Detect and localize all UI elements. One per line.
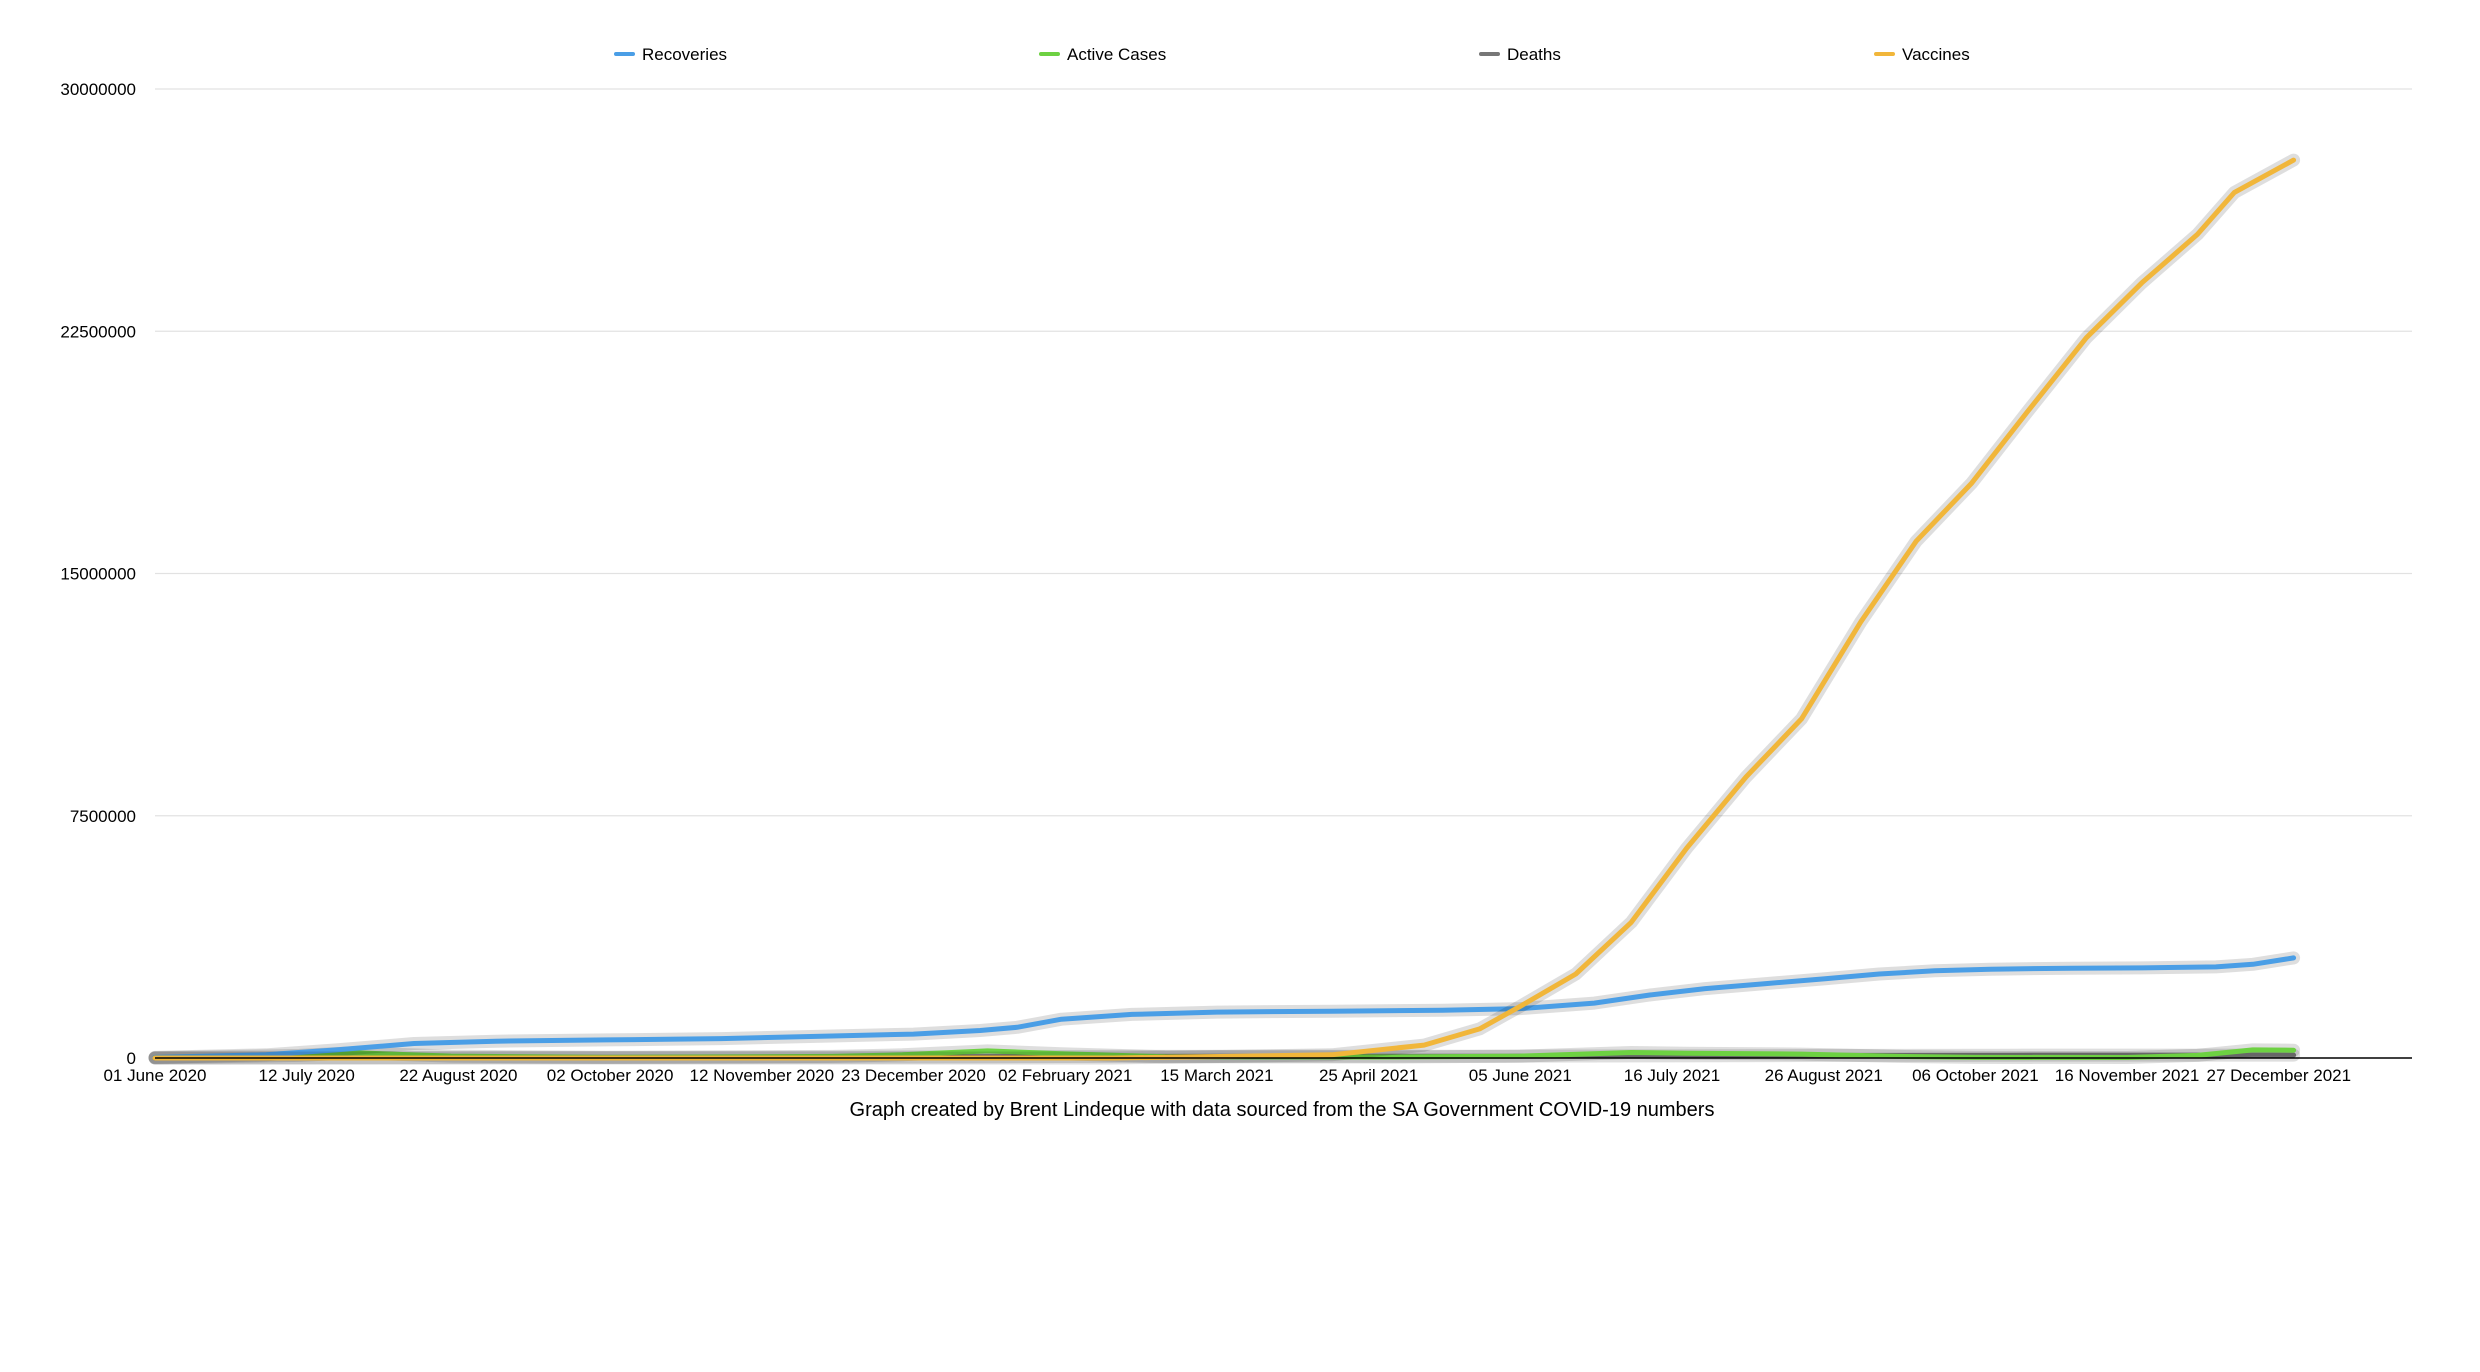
y-tick-label: 7500000 bbox=[70, 807, 136, 826]
x-tick-label: 25 April 2021 bbox=[1319, 1066, 1418, 1085]
x-tick-label: 26 August 2021 bbox=[1765, 1066, 1883, 1085]
x-tick-label: 12 July 2020 bbox=[258, 1066, 354, 1085]
legend: Recoveries Active Cases Deaths Vaccines bbox=[614, 45, 1970, 64]
x-axis-ticks: 01 June 2020 12 July 2020 22 August 2020 02… bbox=[103, 1066, 2351, 1085]
legend-label-recoveries: Recoveries bbox=[642, 45, 727, 64]
y-axis-ticks: 07500000150000002250000030000000 bbox=[60, 80, 136, 1068]
y-tick-label: 22500000 bbox=[60, 322, 136, 341]
x-tick-label: 02 October 2020 bbox=[547, 1066, 674, 1085]
line-chart: 07500000150000002250000030000000 01 June… bbox=[60, 45, 2412, 1121]
x-tick-label: 16 November 2021 bbox=[2055, 1066, 2200, 1085]
y-tick-label: 30000000 bbox=[60, 80, 136, 99]
series-line-shadow-vaccines bbox=[148, 153, 2301, 1065]
legend-label-active-cases: Active Cases bbox=[1067, 45, 1166, 64]
legend-label-vaccines: Vaccines bbox=[1902, 45, 1970, 64]
y-tick-label: 15000000 bbox=[60, 565, 136, 584]
x-tick-label: 01 June 2020 bbox=[103, 1066, 206, 1085]
x-tick-label: 27 December 2021 bbox=[2207, 1066, 2352, 1085]
x-tick-label: 05 June 2021 bbox=[1469, 1066, 1572, 1085]
x-tick-label: 12 November 2020 bbox=[690, 1066, 835, 1085]
legend-label-deaths: Deaths bbox=[1507, 45, 1561, 64]
series-line-vaccines bbox=[152, 157, 2297, 1061]
x-tick-label: 15 March 2021 bbox=[1160, 1066, 1273, 1085]
x-tick-label: 16 July 2021 bbox=[1624, 1066, 1720, 1085]
gridlines bbox=[155, 88, 2412, 817]
x-tick-label: 06 October 2021 bbox=[1912, 1066, 2039, 1085]
chart-caption: Graph created by Brent Lindeque with dat… bbox=[850, 1099, 1715, 1121]
x-tick-label: 22 August 2020 bbox=[399, 1066, 517, 1085]
x-tick-label: 23 December 2020 bbox=[841, 1066, 986, 1085]
x-tick-label: 02 February 2021 bbox=[998, 1066, 1132, 1085]
series-lines bbox=[148, 153, 2301, 1065]
